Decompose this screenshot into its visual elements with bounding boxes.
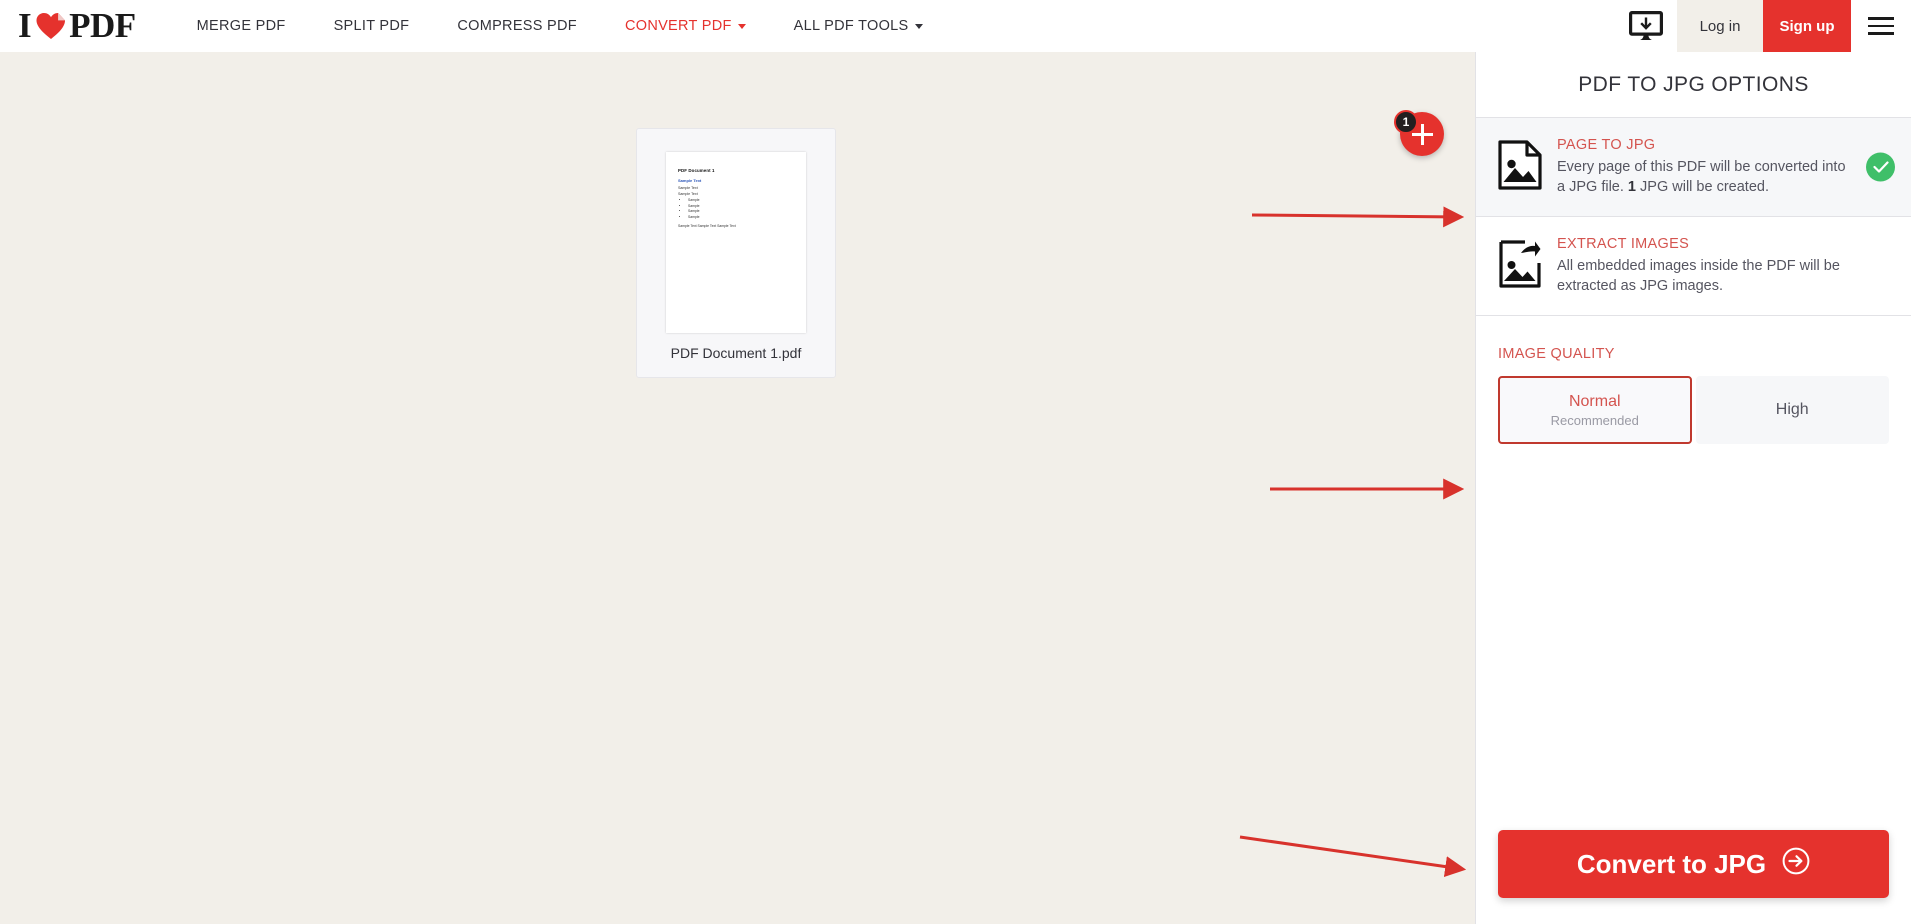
thumb-bullet: Sample: [688, 198, 790, 202]
option-text-block: EXTRACT IMAGES All embedded images insid…: [1544, 236, 1889, 296]
nav-item-split-pdf[interactable]: SPLIT PDF: [310, 0, 434, 52]
site-header: I PDF MERGE PDF SPLIT PDF COMPRESS PDF C…: [0, 0, 1911, 52]
thumb-bullet: Sample: [688, 204, 790, 208]
file-card[interactable]: PDF Document 1 Sample Text Sample Text S…: [636, 128, 836, 378]
image-page-icon: [1498, 137, 1544, 195]
file-workspace: PDF Document 1 Sample Text Sample Text S…: [0, 52, 1475, 924]
nav-item-compress-pdf[interactable]: COMPRESS PDF: [433, 0, 601, 52]
panel-title: PDF TO JPG OPTIONS: [1476, 52, 1911, 118]
image-quality-section: IMAGE QUALITY Normal Recommended High: [1476, 316, 1911, 445]
nav-item-merge-pdf[interactable]: MERGE PDF: [173, 0, 310, 52]
burger-bar: [1868, 17, 1894, 20]
site-logo[interactable]: I PDF: [0, 0, 136, 52]
nav-item-all-pdf-tools[interactable]: ALL PDF TOOLS: [770, 0, 947, 52]
login-label: Log in: [1699, 17, 1741, 35]
thumb-title: PDF Document 1: [678, 168, 715, 173]
hamburger-menu-icon[interactable]: [1851, 0, 1911, 52]
options-panel: PDF TO JPG OPTIONS PAGE TO JPG Every pag…: [1475, 52, 1911, 924]
option-page-to-jpg[interactable]: PAGE TO JPG Every page of this PDF will …: [1476, 118, 1911, 218]
thumb-footer: Sample Text Sample Text Sample Text: [678, 223, 736, 228]
convert-button-label: Convert to JPG: [1576, 848, 1767, 879]
thumb-bullet-list: Sample Sample Sample Sample: [688, 198, 790, 218]
file-count-badge: 1: [1394, 110, 1418, 134]
convert-button-container: Convert to JPG: [1476, 830, 1911, 924]
page-root: I PDF MERGE PDF SPLIT PDF COMPRESS PDF C…: [0, 0, 1911, 924]
file-thumbnail: PDF Document 1 Sample Text Sample Text S…: [666, 152, 806, 333]
thumb-bullet: Sample: [688, 215, 790, 219]
nav-label: COMPRESS PDF: [457, 18, 577, 34]
nav-label: SPLIT PDF: [333, 18, 410, 34]
thumb-line: Sample Text: [678, 186, 698, 190]
option-text-block: PAGE TO JPG Every page of this PDF will …: [1544, 137, 1889, 197]
extract-image-icon: [1498, 236, 1544, 294]
signup-label: Sign up: [1779, 17, 1835, 35]
thumb-line: Sample Text: [678, 192, 698, 197]
signup-button[interactable]: Sign up: [1763, 0, 1851, 52]
desc-part: JPG will be created.: [1636, 178, 1769, 195]
nav-label: ALL PDF TOOLS: [793, 18, 909, 34]
file-name-label: PDF Document 1.pdf: [670, 345, 802, 361]
thumb-subtitle: Sample Text: [678, 177, 702, 183]
logo-text-right: PDF: [69, 6, 136, 45]
image-quality-options: Normal Recommended High: [1498, 376, 1889, 445]
option-description: All embedded images inside the PDF will …: [1557, 258, 1840, 294]
burger-bar: [1868, 32, 1894, 35]
thumb-bullet: Sample: [688, 209, 790, 213]
option-heading: EXTRACT IMAGES: [1557, 236, 1690, 253]
option-extract-images[interactable]: EXTRACT IMAGES All embedded images insid…: [1476, 217, 1911, 317]
logo-text-left: I: [18, 6, 32, 45]
chevron-down-icon: [737, 23, 746, 29]
desktop-download-icon[interactable]: [1615, 0, 1677, 52]
check-circle-icon: [1866, 152, 1895, 182]
header-actions: Log in Sign up: [1615, 0, 1911, 52]
desc-count: 1: [1627, 178, 1636, 195]
image-quality-label: IMAGE QUALITY: [1498, 346, 1615, 363]
quality-option-normal[interactable]: Normal Recommended: [1498, 376, 1692, 445]
main-nav: MERGE PDF SPLIT PDF COMPRESS PDF CONVERT…: [173, 0, 947, 52]
panel-spacer: [1476, 444, 1911, 830]
option-description: Every page of this PDF will be converted…: [1557, 158, 1849, 197]
option-heading: PAGE TO JPG: [1557, 137, 1656, 153]
thumbnail-document-preview: PDF Document 1 Sample Text Sample Text S…: [678, 168, 790, 228]
convert-to-jpg-button[interactable]: Convert to JPG: [1498, 830, 1889, 898]
quality-option-high[interactable]: High: [1695, 376, 1889, 445]
nav-label: CONVERT PDF: [624, 18, 732, 34]
arrow-right-circle-icon: [1782, 847, 1810, 882]
burger-bar: [1868, 24, 1894, 28]
quality-option-title: Normal: [1568, 392, 1621, 410]
login-button[interactable]: Log in: [1677, 0, 1763, 52]
nav-item-convert-pdf[interactable]: CONVERT PDF: [601, 0, 770, 52]
quality-option-subtitle: Recommended: [1550, 412, 1639, 428]
quality-option-title: High: [1775, 401, 1809, 419]
heart-icon: [36, 12, 66, 40]
chevron-down-icon: [914, 23, 923, 29]
nav-label: MERGE PDF: [196, 18, 286, 34]
